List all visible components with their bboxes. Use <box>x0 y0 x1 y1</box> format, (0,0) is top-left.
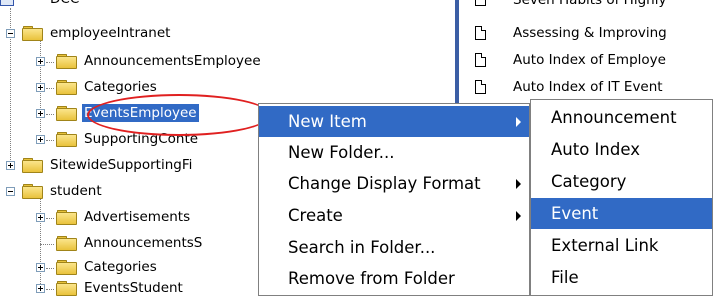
tree-item-label: EventsStudent <box>84 280 183 296</box>
menu-item-label: New Folder... <box>288 143 395 162</box>
context-menu: New Item New Folder... Change Display Fo… <box>258 103 530 296</box>
submenu-arrow-icon <box>516 179 521 189</box>
expand-toggle-icon[interactable] <box>36 135 45 144</box>
folder-icon <box>22 158 43 173</box>
tree-item-categories-student[interactable]: Categories <box>82 256 159 278</box>
tree-item-label: SupportingConte <box>84 131 199 147</box>
collapse-toggle-icon[interactable] <box>6 29 15 38</box>
tree-connector <box>46 114 54 115</box>
tree-item-student[interactable]: student <box>48 180 104 202</box>
tree-item-label: student <box>50 183 102 199</box>
menu-item-label: External Link <box>551 236 659 255</box>
folder-icon <box>56 236 77 251</box>
menu-item-label: Remove from Folder <box>288 269 455 288</box>
list-item-label: Auto Index of Employe <box>513 52 666 68</box>
menu-item-label: Create <box>288 206 343 225</box>
folder-open-icon <box>22 184 43 199</box>
folder-open-icon <box>22 26 43 41</box>
tree-item-label: AnnouncementsS <box>84 235 203 251</box>
list-item[interactable]: Seven Habits of Highly <box>459 0 713 10</box>
tree-item-label: SitewideSupportingFi <box>50 157 193 173</box>
tree-item-eventsemployee[interactable]: EventsEmployee <box>82 102 199 124</box>
menu-item-label: New Item <box>288 112 367 131</box>
submenu-arrow-icon <box>516 117 521 127</box>
list-item-label: Assessing & Improving <box>513 25 667 41</box>
folder-icon <box>56 281 77 296</box>
menu-item-label: Category <box>551 172 627 191</box>
expand-toggle-icon[interactable] <box>36 57 45 66</box>
folder-icon <box>56 106 77 121</box>
expand-toggle-icon[interactable] <box>36 83 45 92</box>
tree-connector <box>46 88 54 89</box>
tree-item-advertisements[interactable]: Advertisements <box>82 206 192 228</box>
folder-icon <box>56 80 77 95</box>
menu-item-new-item[interactable]: New Item <box>259 106 529 137</box>
menu-item-label: Change Display Format <box>288 174 481 193</box>
tree-item-sitewidesupportingfiles[interactable]: SitewideSupportingFi <box>48 154 194 176</box>
submenu-item-file[interactable]: File <box>531 262 712 293</box>
menu-item-label: File <box>551 268 579 287</box>
expand-toggle-icon[interactable] <box>6 161 15 170</box>
tree-item-label: Advertisements <box>84 209 191 225</box>
folder-icon <box>56 210 77 225</box>
tree-item-label: Categories <box>84 79 157 95</box>
menu-item-create[interactable]: Create <box>259 200 529 231</box>
list-item[interactable]: Auto Index of Employe <box>459 50 713 70</box>
submenu-item-event[interactable]: Event <box>531 198 712 229</box>
list-item-label: Auto Index of IT Event <box>513 79 663 95</box>
tree-connector <box>46 268 54 269</box>
expand-toggle-icon[interactable] <box>36 263 45 272</box>
new-item-submenu: Announcement Auto Index Category Event E… <box>530 99 713 296</box>
submenu-item-announcement[interactable]: Announcement <box>531 102 712 133</box>
menu-item-label: Announcement <box>551 108 677 127</box>
list-item-label: Seven Habits of Highly <box>513 0 667 8</box>
tree-item-label: EventsEmployee <box>82 104 199 122</box>
document-icon <box>475 80 486 94</box>
tree-item-dcc[interactable]: DCC <box>22 0 81 10</box>
tree-connector <box>46 140 54 141</box>
tree-item-label: AnnouncementsEmployee <box>84 53 261 69</box>
folder-icon <box>56 260 77 275</box>
collapse-toggle-icon[interactable] <box>6 187 15 196</box>
tree-item-announcementsstudent[interactable]: AnnouncementsS <box>82 232 204 254</box>
computer-icon <box>0 0 14 6</box>
list-item[interactable]: Auto Index of IT Event <box>459 77 713 97</box>
tree-item-employeeintranet[interactable]: employeeIntranet <box>48 22 172 44</box>
document-icon <box>475 0 486 6</box>
folder-icon <box>56 54 77 69</box>
document-icon <box>475 26 486 40</box>
tree-connector <box>46 218 54 219</box>
submenu-item-category[interactable]: Category <box>531 166 712 197</box>
tree-connector <box>46 62 54 63</box>
tree-item-eventsstudent[interactable]: EventsStudent <box>82 277 185 296</box>
tree-connector <box>40 244 54 245</box>
expand-toggle-icon[interactable] <box>36 109 45 118</box>
submenu-arrow-icon <box>516 211 521 221</box>
menu-item-change-display-format[interactable]: Change Display Format <box>259 168 529 199</box>
tree-item-categories[interactable]: Categories <box>82 76 159 98</box>
menu-item-remove-from-folder[interactable]: Remove from Folder <box>259 263 529 294</box>
tree-connector <box>40 196 41 286</box>
list-item[interactable]: Assessing & Improving <box>459 23 713 43</box>
menu-item-new-folder[interactable]: New Folder... <box>259 137 529 168</box>
menu-item-label: Search in Folder... <box>288 238 436 257</box>
tree-item-label: Categories <box>84 259 157 275</box>
menu-item-label: Auto Index <box>551 140 640 159</box>
tree-item-supportingcontent[interactable]: SupportingConte <box>82 128 200 150</box>
tree-item-announcementsemployee[interactable]: AnnouncementsEmployee <box>82 50 263 72</box>
tree-item-label: DCC <box>22 0 81 8</box>
document-icon <box>475 53 486 67</box>
expand-toggle-icon[interactable] <box>36 213 45 222</box>
submenu-item-external-link[interactable]: External Link <box>531 230 712 261</box>
submenu-item-auto-index[interactable]: Auto Index <box>531 134 712 165</box>
tree-item-label: employeeIntranet <box>50 25 171 41</box>
menu-item-label: Event <box>551 204 599 223</box>
tree-connector <box>46 289 54 290</box>
folder-icon <box>56 132 77 147</box>
expand-toggle-icon[interactable] <box>36 284 45 293</box>
menu-item-search-in-folder[interactable]: Search in Folder... <box>259 232 529 263</box>
